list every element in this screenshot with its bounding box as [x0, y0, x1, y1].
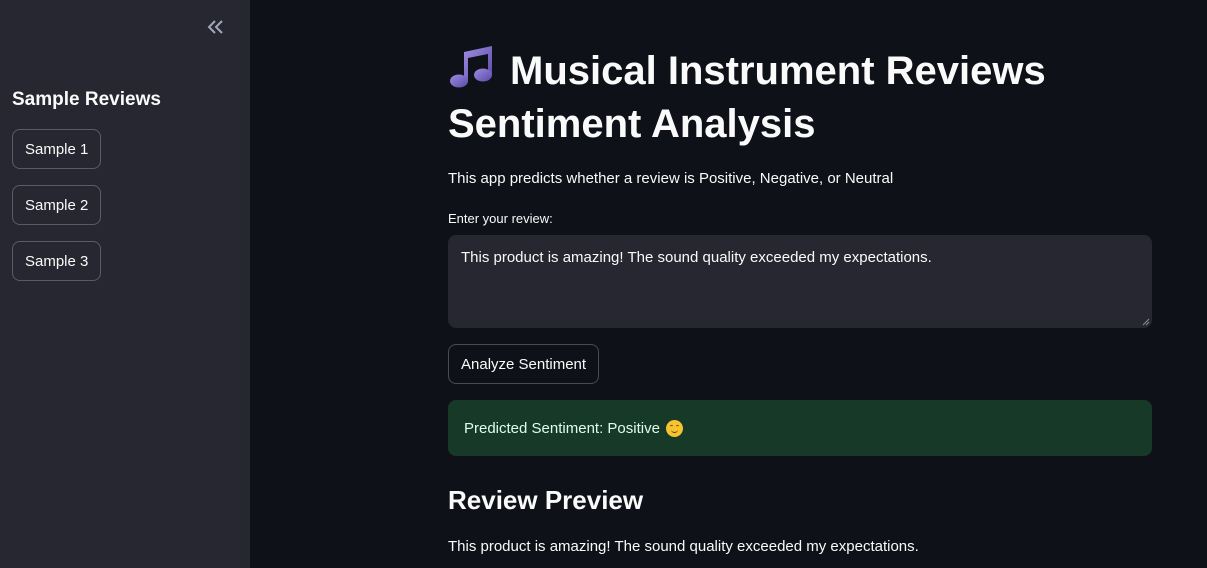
- review-preview-text: This product is amazing! The sound quali…: [448, 538, 919, 555]
- main-content: Musical Instrument Reviews Sentiment Ana…: [250, 0, 1207, 568]
- review-textarea-value: This product is amazing! The sound quali…: [461, 249, 932, 266]
- analyze-sentiment-button[interactable]: Analyze Sentiment: [448, 344, 600, 384]
- page-title-text: Musical Instrument Reviews Sentiment Ana…: [448, 49, 1046, 146]
- double-chevron-left-icon: [207, 20, 223, 34]
- resize-grip-icon[interactable]: [1142, 318, 1150, 326]
- sample-3-button[interactable]: Sample 3: [12, 241, 102, 281]
- musical-note-icon: [450, 46, 492, 88]
- smiling-face-icon: [665, 419, 683, 437]
- page-title: Musical Instrument Reviews Sentiment Ana…: [448, 44, 1128, 151]
- sidebar: Sample Reviews Sample 1 Sample 2 Sample …: [0, 0, 250, 568]
- review-input-label: Enter your review:: [448, 211, 553, 226]
- sample-2-button[interactable]: Sample 2: [12, 185, 102, 225]
- sentiment-result-text: Predicted Sentiment: Positive: [464, 419, 660, 437]
- sentiment-result-alert: Predicted Sentiment: Positive: [448, 400, 1152, 456]
- sidebar-title: Sample Reviews: [12, 89, 161, 110]
- collapse-sidebar-button[interactable]: [201, 13, 231, 41]
- app-description: This app predicts whether a review is Po…: [448, 170, 894, 187]
- sample-1-button[interactable]: Sample 1: [12, 129, 102, 169]
- review-textarea[interactable]: This product is amazing! The sound quali…: [448, 235, 1152, 328]
- review-preview-heading: Review Preview: [448, 485, 644, 515]
